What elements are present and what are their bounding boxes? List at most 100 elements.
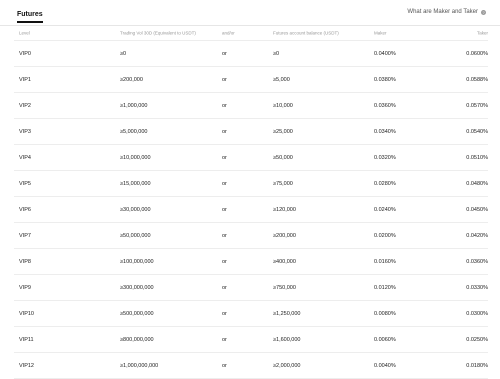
taker-fee-cell: 0.0540% [466,128,488,135]
level-cell: VIP12 [19,362,34,369]
maker-fee-cell: 0.0040% [374,362,396,369]
trading-volume-cell: ≥100,000,000 [120,258,154,265]
maker-taker-link-label[interactable]: What are Maker and Taker [407,9,478,15]
balance-cell: ≥25,000 [273,128,293,135]
balance-cell: ≥120,000 [273,206,296,213]
level-cell: VIP8 [19,258,31,265]
trading-volume-cell: ≥300,000,000 [120,284,154,291]
balance-cell: ≥400,000 [273,258,296,265]
level-cell: VIP9 [19,284,31,291]
table-row: VIP8 ≥100,000,000 or ≥400,000 0.0160% 0.0360% [14,249,488,275]
taker-fee-cell: 0.0570% [466,102,488,109]
level-cell: VIP1 [19,76,31,83]
and-or-cell: or [222,206,227,213]
and-or-cell: or [222,102,227,109]
balance-cell: ≥750,000 [273,284,296,291]
taker-fee-cell: 0.0300% [466,310,488,317]
level-cell: VIP10 [19,310,34,317]
and-or-cell: or [222,154,227,161]
taker-fee-cell: 0.0250% [466,336,488,343]
and-or-cell: or [222,310,227,317]
table-body: VIP0 ≥0 or ≥0 0.0400% 0.0600% VIP1 ≥200,000 or ≥5… [14,41,488,379]
top-bar: Futures What are Maker and Taker ? [0,0,500,26]
balance-cell: ≥2,000,000 [273,362,301,369]
maker-taker-link[interactable]: What are Maker and Taker ? [407,9,486,15]
table-row: VIP1 ≥200,000 or ≥5,000 0.0380% 0.0588% [14,67,488,93]
table-row: VIP5 ≥15,000,000 or ≥75,000 0.0280% 0.0480% [14,171,488,197]
maker-fee-cell: 0.0160% [374,258,396,265]
taker-fee-cell: 0.0330% [466,284,488,291]
level-cell: VIP7 [19,232,31,239]
maker-fee-cell: 0.0380% [374,76,396,83]
level-cell: VIP4 [19,154,31,161]
fee-table: Level Trading Vol 30D (Equivalent to USD… [14,25,488,379]
taker-fee-cell: 0.0180% [466,362,488,369]
level-cell: VIP2 [19,102,31,109]
maker-fee-cell: 0.0080% [374,310,396,317]
trading-volume-cell: ≥50,000,000 [120,232,151,239]
col-balance: Futures account balance (USDT) [273,30,339,35]
maker-fee-cell: 0.0360% [374,102,396,109]
trading-volume-cell: ≥500,000,000 [120,310,154,317]
balance-cell: ≥75,000 [273,180,293,187]
trading-volume-cell: ≥30,000,000 [120,206,151,213]
balance-cell: ≥10,000 [273,102,293,109]
and-or-cell: or [222,50,227,57]
trading-volume-cell: ≥1,000,000 [120,102,148,109]
maker-fee-cell: 0.0280% [374,180,396,187]
table-row: VIP2 ≥1,000,000 or ≥10,000 0.0360% 0.0570% [14,93,488,119]
col-taker: Taker [476,30,488,35]
and-or-cell: or [222,180,227,187]
and-or-cell: or [222,128,227,135]
maker-fee-cell: 0.0340% [374,128,396,135]
level-cell: VIP11 [19,336,34,343]
col-level: Level [19,30,30,35]
taker-fee-cell: 0.0450% [466,206,488,213]
table-row: VIP7 ≥50,000,000 or ≥200,000 0.0200% 0.0420% [14,223,488,249]
level-cell: VIP0 [19,50,31,57]
trading-volume-cell: ≥800,000,000 [120,336,154,343]
table-row: VIP3 ≥5,000,000 or ≥25,000 0.0340% 0.0540% [14,119,488,145]
table-row: VIP4 ≥10,000,000 or ≥50,000 0.0320% 0.0510% [14,145,488,171]
trading-volume-cell: ≥5,000,000 [120,128,148,135]
trading-volume-cell: ≥10,000,000 [120,154,151,161]
trading-volume-cell: ≥1,000,000,000 [120,362,159,369]
and-or-cell: or [222,76,227,83]
maker-fee-cell: 0.0060% [374,336,396,343]
balance-cell: ≥0 [273,50,280,57]
trading-volume-cell: ≥0 [120,50,127,57]
maker-fee-cell: 0.0240% [374,206,396,213]
help-icon[interactable]: ? [481,9,486,15]
table-row: VIP10 ≥500,000,000 or ≥1,250,000 0.0080% 0.03… [14,301,488,327]
table-header: Level Trading Vol 30D (Equivalent to USD… [14,25,488,41]
taker-fee-cell: 0.0600% [466,50,488,57]
tab-futures[interactable]: Futures [17,11,43,23]
balance-cell: ≥5,000 [273,76,290,83]
level-cell: VIP5 [19,180,31,187]
taker-fee-cell: 0.0510% [466,154,488,161]
maker-fee-cell: 0.0400% [374,50,396,57]
and-or-cell: or [222,362,227,369]
balance-cell: ≥1,600,000 [273,336,301,343]
balance-cell: ≥1,250,000 [273,310,301,317]
taker-fee-cell: 0.0420% [466,232,488,239]
and-or-cell: or [222,284,227,291]
taker-fee-cell: 0.0588% [466,76,488,83]
taker-fee-cell: 0.0360% [466,258,488,265]
table-row: VIP0 ≥0 or ≥0 0.0400% 0.0600% [14,41,488,67]
table-row: VIP11 ≥800,000,000 or ≥1,600,000 0.0060% 0.02… [14,327,488,353]
maker-fee-cell: 0.0320% [374,154,396,161]
trading-volume-cell: ≥15,000,000 [120,180,151,187]
level-cell: VIP6 [19,206,31,213]
balance-cell: ≥200,000 [273,232,296,239]
col-trading-volume: Trading Vol 30D (Equivalent to USDT) [120,30,196,35]
table-row: VIP9 ≥300,000,000 or ≥750,000 0.0120% 0.0330% [14,275,488,301]
and-or-cell: or [222,232,227,239]
level-cell: VIP3 [19,128,31,135]
table-row: VIP12 ≥1,000,000,000 or ≥2,000,000 0.0040% 0.… [14,353,488,379]
balance-cell: ≥50,000 [273,154,293,161]
maker-fee-cell: 0.0200% [374,232,396,239]
col-and-or: and/or [222,30,235,35]
and-or-cell: or [222,336,227,343]
trading-volume-cell: ≥200,000 [120,76,143,83]
